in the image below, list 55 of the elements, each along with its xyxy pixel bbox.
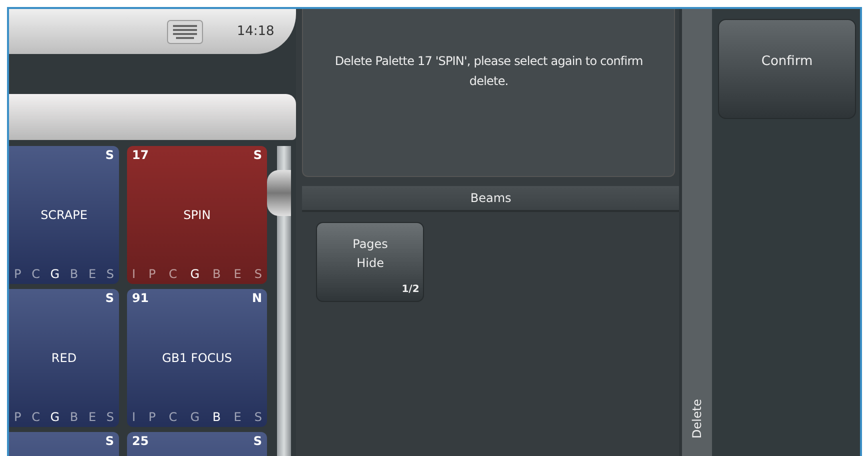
attribute-letter: B [70,410,78,424]
palette-name: SPIN [182,206,212,224]
palette-tile[interactable]: 25 S [127,432,267,456]
attribute-letter: C [168,410,178,424]
attribute-letter: G [50,410,60,424]
attribute-letter: C [32,410,40,424]
attribute-letter: C [32,267,40,281]
pages-button[interactable]: Pages Hide 1/2 [316,222,424,302]
attribute-letter: C [168,267,178,281]
palette-code: S [253,148,262,162]
attribute-letter: B [212,410,221,424]
palette-tile[interactable]: 91 N GB1 FOCUS I P C G B E S [127,289,267,427]
palette-code: S [105,291,114,305]
attribute-letter: S [106,267,114,281]
attribute-letter: I [132,267,136,281]
attribute-letter: I [132,410,136,424]
palette-number: 25 [132,434,149,448]
attribute-letter: G [50,267,60,281]
palette-code: S [105,148,114,162]
palette-code: S [253,434,262,448]
attribute-letter: E [88,410,96,424]
palette-tile[interactable]: S RED P C G B E S [9,289,119,427]
attribute-letter: B [70,267,78,281]
attribute-letter: P [14,410,22,424]
message-text: Delete Palette 17 'SPIN', please select again to confirm delete. [334,53,644,90]
attribute-letter: E [234,267,242,281]
scrollbar-thumb[interactable] [267,170,291,216]
attribute-letter: E [234,410,242,424]
section-title: Beams [302,186,680,212]
palette-code: S [105,434,114,448]
scrollbar[interactable] [267,146,291,456]
attribute-letter: P [148,267,156,281]
attribute-letter: G [190,410,200,424]
attribute-letter: E [88,267,96,281]
clock-time: 14:18 [236,24,274,39]
attribute-letter: P [14,267,22,281]
palette-number: 91 [132,291,149,305]
attribute-letter: S [254,410,262,424]
palette-tile[interactable]: 17 S SPIN I P C G B E S [127,146,267,284]
palette-number: 17 [132,148,149,162]
palette-code: N [252,291,262,305]
side-label: Delete [690,398,704,438]
confirm-button[interactable]: Confirm [718,19,856,119]
palette-tile[interactable]: S [9,432,119,456]
palette-name: RED [50,350,78,366]
attribute-letter: B [212,267,221,281]
attribute-letter: P [148,410,156,424]
palette-name: GB1 FOCUS [160,350,234,366]
palette-name: SCRAPE [40,206,88,224]
palette-tile[interactable]: S SCRAPE P C G B E S [9,146,119,284]
attribute-letter: G [190,267,200,281]
keyboard-icon[interactable] [166,18,203,44]
attribute-letter: S [254,267,262,281]
side-tab[interactable]: Delete [682,9,712,456]
attribute-letter: S [106,410,114,424]
